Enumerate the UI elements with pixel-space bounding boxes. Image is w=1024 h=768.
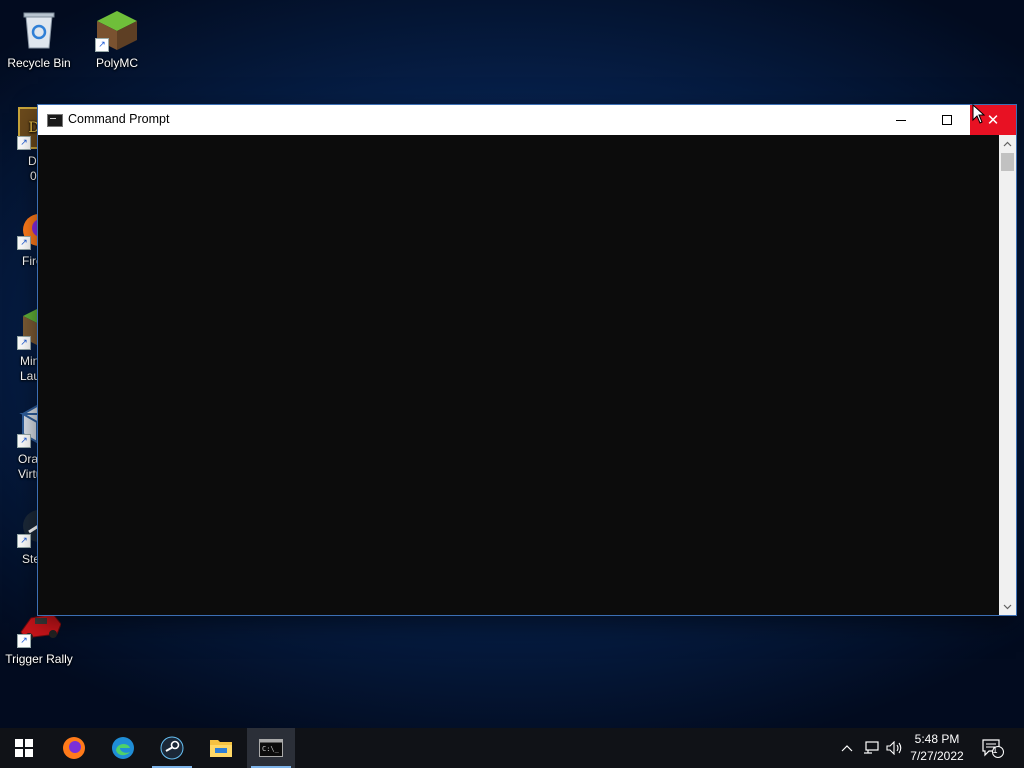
- taskbar-firefox[interactable]: [50, 728, 98, 768]
- desktop-icon-label: Recycle Bin: [7, 56, 71, 70]
- command-prompt-icon: [47, 114, 63, 127]
- svg-text:C:\_: C:\_: [262, 745, 280, 753]
- scroll-down-button[interactable]: [999, 598, 1016, 615]
- action-center-button[interactable]: 1: [978, 728, 1008, 768]
- command-prompt-window[interactable]: Command Prompt ✕: [38, 105, 1016, 615]
- maximize-button[interactable]: [924, 105, 970, 135]
- polymc-icon: ↗: [95, 8, 139, 52]
- chevron-up-icon: [841, 745, 853, 752]
- console-output-area[interactable]: [38, 135, 999, 615]
- taskbar-edge[interactable]: [99, 728, 147, 768]
- minimize-button[interactable]: [878, 105, 924, 135]
- firefox-icon: [63, 737, 85, 759]
- desktop-icon-label: PolyMC: [95, 56, 138, 70]
- taskbar-command-prompt[interactable]: C:\_: [247, 728, 295, 768]
- clock-time: 5:48 PM: [914, 732, 960, 746]
- taskbar-file-explorer[interactable]: [197, 728, 245, 768]
- notification-count-badge: 1: [992, 745, 998, 755]
- network-status-button[interactable]: [860, 728, 882, 768]
- shortcut-arrow-icon: ↗: [17, 236, 31, 250]
- show-hidden-icons-button[interactable]: [838, 728, 856, 768]
- vertical-scrollbar[interactable]: [999, 135, 1016, 615]
- steam-icon: [160, 736, 184, 760]
- shortcut-arrow-icon: ↗: [17, 634, 31, 648]
- shortcut-arrow-icon: ↗: [17, 434, 31, 448]
- scrollbar-thumb[interactable]: [1001, 153, 1014, 171]
- title-bar[interactable]: Command Prompt ✕: [38, 105, 1016, 135]
- taskbar-steam[interactable]: [148, 728, 196, 768]
- command-prompt-icon: C:\_: [259, 739, 283, 757]
- maximize-icon: [942, 115, 952, 125]
- desktop-icon-polymc[interactable]: ↗ PolyMC: [78, 8, 156, 71]
- window-title: Command Prompt: [68, 112, 170, 126]
- desktop-icon-recycle-bin[interactable]: Recycle Bin: [0, 8, 78, 71]
- chevron-up-icon: [1003, 141, 1012, 146]
- taskbar-clock[interactable]: 5:48 PM 7/27/2022: [902, 731, 972, 765]
- windows-logo-icon: [15, 739, 33, 757]
- desktop-icon-label: Trigger Rally: [5, 652, 73, 666]
- edge-icon: [112, 737, 134, 759]
- shortcut-arrow-icon: ↗: [95, 38, 109, 52]
- minimize-icon: [896, 120, 906, 121]
- start-button[interactable]: [0, 728, 48, 768]
- mouse-cursor-icon: [972, 104, 986, 124]
- shortcut-arrow-icon: ↗: [17, 136, 31, 150]
- recycle-bin-icon: [17, 8, 61, 52]
- shortcut-arrow-icon: ↗: [17, 534, 31, 548]
- taskbar: C:\_ 5:48 PM 7/27/2022 1: [0, 728, 1024, 768]
- close-icon: ✕: [986, 112, 1000, 129]
- chevron-down-icon: [1003, 604, 1012, 609]
- clock-date: 7/27/2022: [910, 749, 964, 763]
- shortcut-arrow-icon: ↗: [17, 336, 31, 350]
- network-icon: [864, 741, 879, 754]
- scroll-up-button[interactable]: [999, 135, 1016, 152]
- file-explorer-icon: [210, 740, 232, 757]
